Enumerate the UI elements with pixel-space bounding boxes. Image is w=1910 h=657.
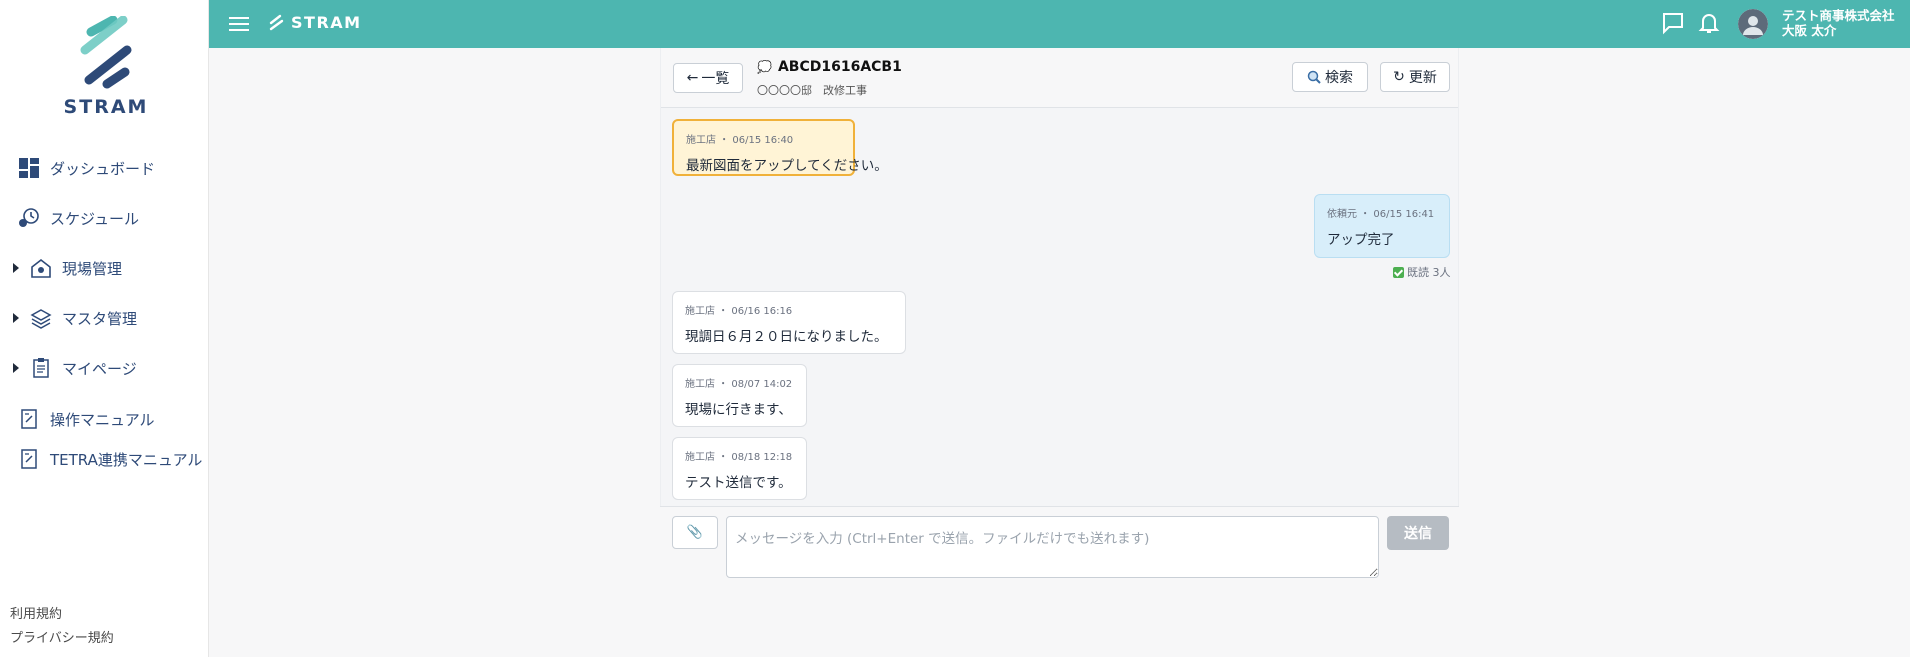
read-count: 既読 3人 <box>1407 266 1451 279</box>
checkbox-checked-icon <box>1393 266 1404 278</box>
dashboard-icon <box>19 158 39 178</box>
message-composer: 📎 送信 <box>660 506 1459 586</box>
room-id: ABCD1616ACB1 <box>777 59 902 75</box>
message-meta: 施工店 ・ 06/16 16:16 <box>685 306 793 317</box>
arrow-left-icon: ← <box>686 70 699 86</box>
logo-text: STRAM <box>63 96 149 118</box>
attach-file-button[interactable]: 📎 <box>672 516 718 549</box>
bell-icon[interactable] <box>1697 11 1721 35</box>
sidebar-item-dashboard[interactable]: ダッシュボード <box>0 143 209 193</box>
user-icon <box>1738 9 1768 39</box>
manual-icon <box>21 449 37 469</box>
message-bubble[interactable]: 施工店 ・ 08/07 14:02 現場に行きます、 <box>672 364 807 427</box>
menu-icon[interactable] <box>229 17 249 31</box>
schedule-icon <box>19 208 39 227</box>
search-label: 検索 <box>1325 70 1353 86</box>
read-receipt: 既読 3人 <box>1393 264 1451 280</box>
thought-bubble-icon: 💭 <box>757 60 772 74</box>
sidebar-nav: ダッシュボード スケジュール 現場管理 マスタ管理 マイページ 操作マニュアル … <box>0 143 209 479</box>
sidebar: STRAM ダッシュボード スケジュール 現場管理 マスタ管理 マイページ 操作… <box>0 0 209 657</box>
user-name: 大阪 太介 <box>1782 23 1837 38</box>
message-meta: 施工店 ・ 08/07 14:02 <box>685 379 793 390</box>
manual-icon <box>21 409 37 429</box>
sidebar-item-label: 現場管理 <box>62 259 123 278</box>
site-management-icon <box>31 258 51 278</box>
stram-logo-icon <box>80 16 132 89</box>
send-button[interactable]: 送信 <box>1387 516 1449 550</box>
refresh-icon: ↻ <box>1393 69 1405 85</box>
message-meta: 施工店 ・ 06/15 16:40 <box>686 135 794 146</box>
layers-icon <box>30 309 52 329</box>
room-subtitle: 〇〇〇〇邸 改修工事 <box>757 84 867 97</box>
sidebar-footer: 利用規約 プライバシー規約 <box>10 603 114 651</box>
message-meta: 依頼元 ・ 06/15 16:41 <box>1327 209 1435 220</box>
sidebar-item-label: TETRA連携マニュアル <box>50 450 203 469</box>
search-icon <box>1307 70 1321 84</box>
user-info[interactable]: テスト商事株式会社 大阪 太介 <box>1782 8 1895 38</box>
sidebar-item-schedule[interactable]: スケジュール <box>0 193 209 243</box>
message-bubble[interactable]: 施工店 ・ 06/16 16:16 現調日６月２０日になりました。 <box>672 291 906 354</box>
chat-header: ← 一覧 💭 ABCD1616ACB1 〇〇〇〇邸 改修工事 検索 ↻ 更新 <box>661 48 1458 108</box>
caret-right-icon <box>13 363 19 373</box>
sidebar-item-mypage[interactable]: マイページ <box>0 343 209 393</box>
sidebar-item-label: スケジュール <box>50 209 139 228</box>
refresh-button[interactable]: ↻ 更新 <box>1380 62 1450 92</box>
message-body: テスト送信です。 <box>685 475 792 491</box>
privacy-link[interactable]: プライバシー規約 <box>10 627 114 651</box>
search-button[interactable]: 検索 <box>1292 62 1368 92</box>
caret-right-icon <box>13 263 19 273</box>
stram-mark-icon <box>269 14 284 30</box>
refresh-label: 更新 <box>1408 70 1437 86</box>
top-bar: STRAM テスト商事株式会社 大阪 太介 <box>209 0 1910 48</box>
stram-logo[interactable]: STRAM <box>60 16 152 126</box>
message-meta: 施工店 ・ 08/18 12:18 <box>685 452 793 463</box>
back-to-list-button[interactable]: ← 一覧 <box>673 63 743 93</box>
clipboard-icon <box>33 358 49 378</box>
sidebar-item-site-management[interactable]: 現場管理 <box>0 243 209 293</box>
message-body: 現調日６月２０日になりました。 <box>685 329 888 345</box>
sidebar-item-manual[interactable]: 操作マニュアル <box>0 399 209 439</box>
back-label: 一覧 <box>701 71 730 87</box>
sidebar-item-label: 操作マニュアル <box>50 410 155 429</box>
chat-icon[interactable] <box>1661 11 1685 35</box>
message-input[interactable] <box>726 516 1379 578</box>
avatar[interactable] <box>1738 9 1768 39</box>
message-body: アップ完了 <box>1327 232 1395 248</box>
caret-right-icon <box>13 313 19 323</box>
company-name: テスト商事株式会社 <box>1782 8 1895 23</box>
message-body: 現場に行きます、 <box>685 402 792 418</box>
sidebar-item-tetra-manual[interactable]: TETRA連携マニュアル <box>0 439 209 479</box>
sidebar-item-label: マスタ管理 <box>62 309 138 328</box>
terms-link[interactable]: 利用規約 <box>10 603 114 627</box>
sidebar-item-label: マイページ <box>62 359 137 378</box>
sidebar-item-master-management[interactable]: マスタ管理 <box>0 293 209 343</box>
paperclip-icon: 📎 <box>686 525 704 540</box>
sidebar-item-label: ダッシュボード <box>50 159 156 178</box>
brand[interactable]: STRAM <box>267 13 362 32</box>
brand-text: STRAM <box>291 13 362 32</box>
room-title: 💭 ABCD1616ACB1 <box>757 59 902 75</box>
message-body: 最新図面をアップしてください。 <box>686 158 888 174</box>
message-bubble-own[interactable]: 依頼元 ・ 06/15 16:41 アップ完了 <box>1314 194 1450 258</box>
chat-panel: ← 一覧 💭 ABCD1616ACB1 〇〇〇〇邸 改修工事 検索 ↻ 更新 施… <box>660 48 1459 508</box>
message-bubble[interactable]: 施工店 ・ 06/15 16:40 最新図面をアップしてください。 <box>672 119 888 176</box>
message-bubble[interactable]: 施工店 ・ 08/18 12:18 テスト送信です。 <box>672 437 807 500</box>
